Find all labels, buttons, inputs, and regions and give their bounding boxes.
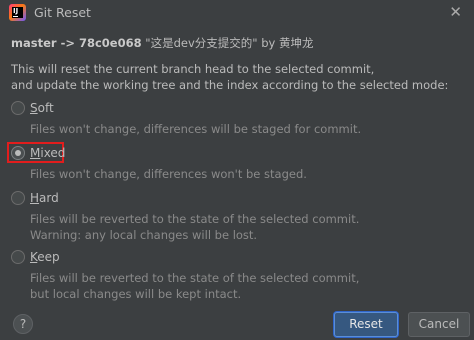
by-text: by (257, 36, 279, 50)
branch-name: master (11, 36, 57, 50)
reset-button[interactable]: Reset (334, 312, 398, 337)
radio-selected-dot (15, 150, 21, 156)
option-keep-hint-2: but local changes will be kept intact. (30, 287, 242, 301)
radio-keep[interactable] (11, 250, 25, 264)
window-title: Git Reset (34, 5, 91, 20)
arrow-text: -> (56, 36, 79, 50)
radio-mixed[interactable] (11, 146, 25, 160)
description-line-1: This will reset the current branch head … (11, 62, 375, 76)
description-line-2: and update the working tree and the inde… (11, 78, 449, 92)
cancel-button[interactable]: Cancel (408, 312, 470, 337)
title-bar: IJ Git Reset ✕ (0, 0, 474, 26)
radio-soft[interactable] (11, 101, 25, 115)
option-hard-hint: Files will be reverted to the state of t… (30, 212, 360, 226)
commit-header: master -> 78c0e068 "这是dev分支提交的" by 黄坤龙 (11, 35, 313, 51)
help-button[interactable]: ? (13, 314, 33, 334)
option-soft-label[interactable]: Soft (30, 101, 54, 115)
option-mixed-label[interactable]: Mixed (30, 146, 65, 160)
commit-hash: 78c0e068 (78, 36, 142, 50)
close-icon[interactable]: ✕ (449, 3, 462, 21)
commit-author: 黄坤龙 (278, 36, 314, 50)
option-keep-hint: Files will be reverted to the state of t… (30, 271, 360, 285)
radio-hard[interactable] (11, 191, 25, 205)
option-soft-hint: Files won't change, differences will be … (30, 122, 362, 136)
intellij-app-icon: IJ (9, 4, 26, 21)
option-hard-label[interactable]: Hard (30, 191, 59, 205)
option-mixed-hint: Files won't change, differences won't be… (30, 167, 307, 181)
option-hard-warning: Warning: any local changes will be lost. (30, 228, 258, 242)
commit-message: "这是dev分支提交的" (141, 36, 258, 50)
option-keep-label[interactable]: Keep (30, 250, 60, 264)
